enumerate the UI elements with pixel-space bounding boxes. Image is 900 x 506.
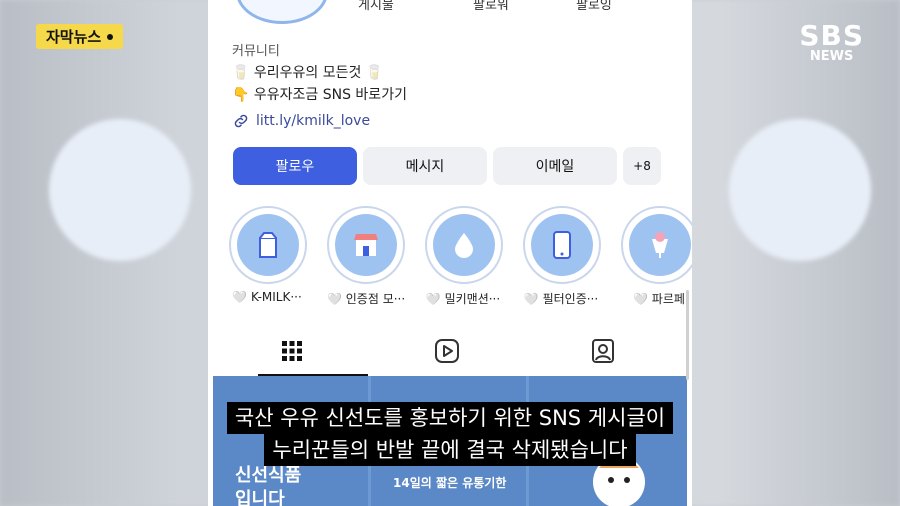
tab-grid[interactable] xyxy=(277,336,307,366)
milk-carton-icon xyxy=(259,232,277,258)
news-badge: 자막뉴스 xyxy=(36,24,124,49)
highlight-item[interactable]: 🤍 밀키맨션··· xyxy=(425,206,503,307)
tab-reels[interactable] xyxy=(432,336,462,366)
profile-link-text[interactable]: litt.ly/kmilk_love xyxy=(256,113,370,129)
caption-line-1-wrap: 국산 우유 신선도를 홍보하기 위한 SNS 게시글이 xyxy=(213,402,687,434)
highlight-item[interactable]: 🤍 인증점 모··· xyxy=(327,206,406,307)
logo-top: SBS xyxy=(799,19,864,52)
stat-following[interactable]: 팔로잉 xyxy=(576,0,612,13)
bio-line-2: 👇 우유자조금 SNS 바로가기 xyxy=(232,87,407,103)
post-title: 14일의 짧은 유통기한 xyxy=(393,476,507,490)
sbs-news-logo: SBS NEWS xyxy=(799,22,864,64)
message-button[interactable]: 메시지 xyxy=(363,147,487,185)
caption-line-2-wrap: 누리꾼들의 반발 끝에 결국 삭제됐습니다 xyxy=(213,434,687,466)
tab-tagged[interactable] xyxy=(588,336,618,366)
stat-followers[interactable]: 팔로워 xyxy=(473,0,509,13)
add-person-button[interactable]: +8 xyxy=(623,147,661,185)
parfait-icon xyxy=(652,232,668,258)
highlight-label: 🤍 인증점 모··· xyxy=(327,292,406,306)
store-icon xyxy=(354,234,378,256)
highlight-item[interactable]: 🤍 필터인증··· xyxy=(523,206,601,307)
grid-icon xyxy=(282,341,302,361)
post-title: 신선식품 입니다 xyxy=(235,465,302,506)
drop-icon xyxy=(455,233,473,258)
highlight-label: 🤍 K-MILK··· xyxy=(232,290,302,304)
logo-bottom: NEWS xyxy=(809,49,854,64)
caption-line-2: 누리꾼들의 반발 끝에 결국 삭제됐습니다 xyxy=(264,434,636,466)
profile-category: 커뮤니티 xyxy=(232,44,280,59)
highlight-label: 🤍 필터인증··· xyxy=(523,292,599,306)
profile-stats: 게시물 팔로워 팔로잉 xyxy=(208,0,692,13)
profile-tabs xyxy=(208,330,692,376)
phone-icon xyxy=(553,231,571,259)
highlight-item[interactable]: 🤍 파르페 xyxy=(621,206,692,307)
highlight-item[interactable]: 🤍 K-MILK··· xyxy=(229,206,307,304)
bio-line-1: 🥛 우리우유의 모든것 🥛 xyxy=(232,65,384,81)
email-button[interactable]: 이메일 xyxy=(493,147,617,185)
tagged-icon xyxy=(592,339,614,363)
highlight-label: 🤍 밀키맨션··· xyxy=(425,292,501,306)
badge-dot-icon xyxy=(107,33,114,40)
highlight-label: 🤍 파르페 xyxy=(633,292,685,306)
follow-button[interactable]: 팔로우 xyxy=(233,147,357,185)
reels-icon xyxy=(435,339,459,363)
caption-line-1: 국산 우유 신선도를 홍보하기 위한 SNS 게시글이 xyxy=(226,402,674,434)
stat-posts[interactable]: 게시물 xyxy=(358,0,394,13)
scrollbar[interactable] xyxy=(686,290,689,380)
profile-link[interactable]: litt.ly/kmilk_love xyxy=(232,112,370,130)
link-icon xyxy=(234,114,248,128)
news-badge-label: 자막뉴스 xyxy=(46,28,102,46)
